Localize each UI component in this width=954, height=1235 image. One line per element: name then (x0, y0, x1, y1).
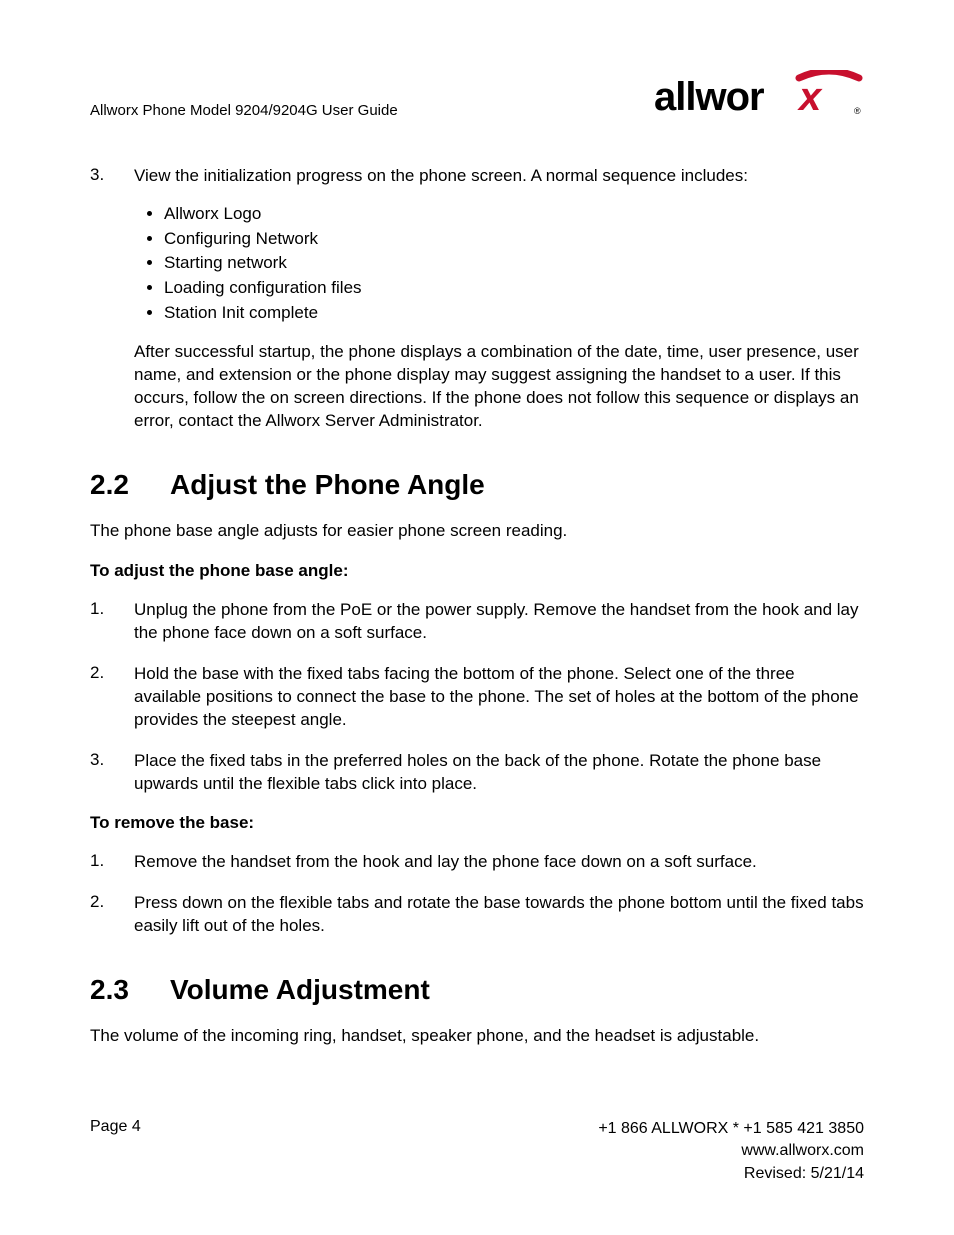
list-marker: 1. (90, 599, 134, 645)
list-item: 2. Hold the base with the fixed tabs fac… (90, 663, 864, 732)
section-2-3-heading: 2.3 Volume Adjustment (90, 974, 864, 1006)
step3-lead: View the initialization progress on the … (134, 165, 864, 188)
bullet-item: Allworx Logo (164, 202, 864, 227)
svg-text:allwor: allwor (654, 75, 764, 119)
section-number: 2.2 (90, 469, 170, 501)
footer-revised: Revised: 5/21/14 (598, 1163, 864, 1185)
step3-after-paragraph: After successful startup, the phone disp… (134, 341, 864, 433)
list-item: 2. Press down on the flexible tabs and r… (90, 892, 864, 938)
subheading-adjust: To adjust the phone base angle: (90, 561, 864, 581)
page-header: Allworx Phone Model 9204/9204G User Guid… (90, 70, 864, 125)
list-text: Place the fixed tabs in the preferred ho… (134, 750, 864, 796)
list-marker: 1. (90, 851, 134, 874)
bullet-item: Loading configuration files (164, 276, 864, 301)
list-marker: 3. (90, 750, 134, 796)
section-title: Adjust the Phone Angle (170, 469, 485, 501)
list-item: 1. Unplug the phone from the PoE or the … (90, 599, 864, 645)
footer-phone: +1 866 ALLWORX * +1 585 421 3850 (598, 1118, 864, 1140)
section-2-2-heading: 2.2 Adjust the Phone Angle (90, 469, 864, 501)
section-title: Volume Adjustment (170, 974, 430, 1006)
list-body: View the initialization progress on the … (134, 165, 864, 433)
section-2-3-intro: The volume of the incoming ring, handset… (90, 1026, 864, 1046)
adjust-steps: 1. Unplug the phone from the PoE or the … (90, 599, 864, 796)
document-page: Allworx Phone Model 9204/9204G User Guid… (0, 0, 954, 1235)
list-text: Remove the handset from the hook and lay… (134, 851, 864, 874)
svg-text:®: ® (854, 106, 861, 116)
allworx-logo: allwor x ® (654, 70, 864, 125)
init-step-3: 3. View the initialization progress on t… (90, 165, 864, 433)
list-text: Unplug the phone from the PoE or the pow… (134, 599, 864, 645)
section-2-2-intro: The phone base angle adjusts for easier … (90, 521, 864, 541)
list-item: 1. Remove the handset from the hook and … (90, 851, 864, 874)
list-marker: 2. (90, 663, 134, 732)
page-footer: Page 4 +1 866 ALLWORX * +1 585 421 3850 … (90, 1118, 864, 1185)
list-text: Hold the base with the fixed tabs facing… (134, 663, 864, 732)
init-sequence-bullets: Allworx Logo Configuring Network Startin… (164, 202, 864, 325)
list-marker: 3. (90, 165, 134, 433)
section-number: 2.3 (90, 974, 170, 1006)
bullet-item: Starting network (164, 251, 864, 276)
list-item: 3. Place the fixed tabs in the preferred… (90, 750, 864, 796)
footer-page-number: Page 4 (90, 1118, 141, 1185)
svg-text:x: x (797, 75, 823, 119)
list-text: Press down on the flexible tabs and rota… (134, 892, 864, 938)
list-marker: 2. (90, 892, 134, 938)
subheading-remove: To remove the base: (90, 813, 864, 833)
footer-url: www.allworx.com (598, 1140, 864, 1162)
footer-contact: +1 866 ALLWORX * +1 585 421 3850 www.all… (598, 1118, 864, 1185)
bullet-item: Configuring Network (164, 227, 864, 252)
bullet-item: Station Init complete (164, 301, 864, 326)
header-title: Allworx Phone Model 9204/9204G User Guid… (90, 102, 398, 125)
remove-steps: 1. Remove the handset from the hook and … (90, 851, 864, 938)
